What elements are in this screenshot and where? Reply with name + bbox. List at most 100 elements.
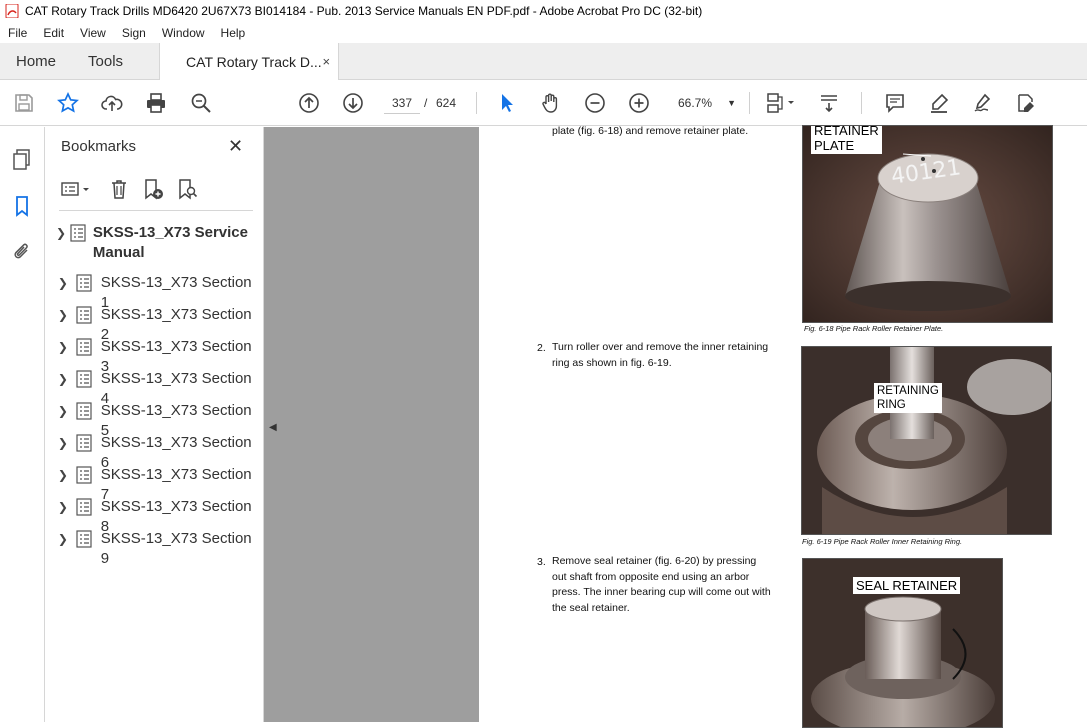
bookmark-item[interactable]: ❯ SKSS-13_X73 Section 9 bbox=[53, 529, 263, 567]
page-display-icon[interactable] bbox=[764, 91, 798, 115]
step-text-line: Turn roller over and remove the inner re… bbox=[552, 341, 769, 353]
zoom-search-icon[interactable] bbox=[189, 91, 213, 115]
zoom-out-icon[interactable] bbox=[583, 91, 607, 115]
hand-tool-icon[interactable] bbox=[539, 91, 563, 115]
chevron-right-icon[interactable]: ❯ bbox=[53, 337, 73, 354]
find-bookmark-icon[interactable] bbox=[175, 177, 199, 201]
options-menu-icon[interactable] bbox=[59, 177, 93, 201]
scroll-mode-icon[interactable] bbox=[817, 91, 841, 115]
chevron-down-icon: ▼ bbox=[727, 98, 736, 108]
save-icon[interactable] bbox=[12, 91, 36, 115]
next-page-icon[interactable] bbox=[341, 91, 365, 115]
attachment-paperclip-icon[interactable] bbox=[10, 240, 34, 264]
figure-label-line: RETAINER bbox=[814, 125, 879, 138]
chevron-right-icon[interactable]: ❯ bbox=[53, 433, 73, 450]
chevron-right-icon[interactable]: ❯ bbox=[53, 369, 73, 386]
menu-bar: File Edit View Sign Window Help bbox=[0, 22, 1087, 43]
figure-label-line: PLATE bbox=[814, 138, 855, 153]
step-number: 2. bbox=[537, 342, 546, 354]
menu-sign[interactable]: Sign bbox=[114, 26, 154, 40]
chevron-right-icon[interactable]: ❯ bbox=[53, 529, 73, 546]
toolbar-divider bbox=[861, 92, 862, 114]
figure-caption: Fig. 6-18 Pipe Rack Roller Retainer Plat… bbox=[804, 324, 944, 333]
tab-document-label: CAT Rotary Track D... bbox=[186, 54, 322, 70]
bookmark-item[interactable]: ❯ SKSS-13_X73 Section 1 bbox=[53, 273, 263, 311]
step-text-line: ring as shown in fig. 6-19. bbox=[552, 356, 672, 369]
menu-view[interactable]: View bbox=[72, 26, 114, 40]
toolbar-divider bbox=[749, 92, 750, 114]
toolbar-divider bbox=[476, 92, 477, 114]
step-text-line: the seal retainer. bbox=[552, 601, 630, 614]
document-viewport[interactable]: ◀ plate (fig. 6-18) and remove retainer … bbox=[264, 125, 1087, 728]
acrobat-app-icon bbox=[5, 4, 19, 18]
bookmark-tree-icon bbox=[73, 433, 95, 453]
bookmark-item[interactable]: ❯ SKSS-13_X73 Section 3 bbox=[53, 337, 263, 375]
chevron-right-icon[interactable]: ❯ bbox=[53, 401, 73, 418]
page-separator: / bbox=[424, 96, 428, 110]
bookmark-label: SKSS-13_X73 Service Manual bbox=[92, 224, 248, 261]
figure-label: RETAINING RING bbox=[874, 383, 942, 413]
highlight-pen-icon[interactable] bbox=[927, 91, 951, 115]
step-text-line: Remove seal retainer (fig. 6-20) by pres… bbox=[552, 555, 757, 567]
menu-edit[interactable]: Edit bbox=[35, 26, 72, 40]
step2-text: Turn roller over and remove the inner re… bbox=[552, 340, 768, 371]
bookmark-tree-icon bbox=[73, 401, 95, 421]
figure-caption: Fig. 6-19 Pipe Rack Roller Inner Retaini… bbox=[802, 537, 963, 546]
chevron-right-icon[interactable]: ❯ bbox=[53, 305, 73, 322]
chevron-right-icon[interactable]: ❯ bbox=[53, 497, 73, 514]
bookmark-icon[interactable] bbox=[10, 194, 34, 218]
draw-sign-icon[interactable] bbox=[971, 91, 995, 115]
chevron-right-icon[interactable]: ❯ bbox=[53, 273, 73, 290]
bookmark-label: SKSS-13_X73 Section 9 bbox=[100, 530, 252, 567]
prev-page-icon[interactable] bbox=[297, 91, 321, 115]
figure-6-20-photo: SEAL RETAINER bbox=[802, 558, 1003, 728]
close-icon[interactable]: ✕ bbox=[228, 136, 243, 157]
page-thumbnails-icon[interactable] bbox=[10, 147, 34, 171]
bookmark-list: ❯ SKSS-13_X73 Service Manual ❯ SKSS-13_X… bbox=[53, 223, 263, 567]
zoom-in-icon[interactable] bbox=[627, 91, 651, 115]
chevron-right-icon[interactable]: ❯ bbox=[53, 465, 73, 482]
tab-document[interactable]: CAT Rotary Track D... × bbox=[159, 43, 340, 81]
page-number-input[interactable]: 337 bbox=[384, 92, 420, 114]
bookmark-tree-icon bbox=[73, 497, 95, 517]
bookmark-tree-icon bbox=[69, 223, 87, 243]
menu-file[interactable]: File bbox=[0, 26, 35, 40]
edit-pdf-icon[interactable] bbox=[1014, 91, 1038, 115]
delete-trash-icon[interactable] bbox=[107, 177, 131, 201]
toolbar: 337 / 624 66.7% ▼ bbox=[0, 80, 1087, 126]
select-cursor-icon[interactable] bbox=[495, 91, 519, 115]
step1-text: plate (fig. 6-18) and remove retainer pl… bbox=[552, 125, 749, 137]
title-bar: CAT Rotary Track Drills MD6420 2U67X73 B… bbox=[0, 0, 1087, 22]
figure-label: RETAINER PLATE bbox=[811, 125, 882, 154]
menu-window[interactable]: Window bbox=[154, 26, 213, 40]
figure-label-line: RETAINING bbox=[877, 385, 939, 397]
bookmark-item[interactable]: ❯ SKSS-13_X73 Section 5 bbox=[53, 401, 263, 439]
tab-tools[interactable]: Tools bbox=[72, 43, 139, 79]
bookmark-tree-icon bbox=[73, 337, 95, 357]
upload-cloud-icon[interactable] bbox=[100, 91, 124, 115]
bookmark-item[interactable]: ❯ SKSS-13_X73 Section 7 bbox=[53, 465, 263, 503]
comment-icon[interactable] bbox=[883, 91, 907, 115]
chevron-right-icon[interactable]: ❯ bbox=[53, 223, 69, 240]
zoom-select[interactable]: 66.7% ▼ bbox=[670, 92, 740, 114]
star-icon[interactable] bbox=[56, 91, 80, 115]
figure-6-18-photo: RETAINER PLATE 40121 bbox=[802, 125, 1053, 323]
bookmark-tree-icon bbox=[73, 465, 95, 485]
bookmark-item[interactable]: ❯ SKSS-13_X73 Section 2 bbox=[53, 305, 263, 343]
bookmark-item[interactable]: ❯ SKSS-13_X73 Section 4 bbox=[53, 369, 263, 407]
menu-help[interactable]: Help bbox=[213, 26, 254, 40]
page-count: 624 bbox=[436, 96, 457, 110]
close-tab-icon[interactable]: × bbox=[322, 54, 330, 69]
bookmark-tree-icon bbox=[73, 369, 95, 389]
zoom-value: 66.7% bbox=[678, 96, 713, 110]
bookmark-item[interactable]: ❯ SKSS-13_X73 Service Manual bbox=[53, 223, 263, 273]
bookmark-item[interactable]: ❯ SKSS-13_X73 Section 8 bbox=[53, 497, 263, 535]
collapse-panel-icon[interactable]: ◀ bbox=[269, 422, 277, 433]
new-bookmark-icon[interactable] bbox=[141, 177, 165, 201]
bookmarks-toolbar bbox=[59, 177, 253, 211]
print-icon[interactable] bbox=[144, 91, 168, 115]
pdf-page: plate (fig. 6-18) and remove retainer pl… bbox=[479, 125, 1087, 728]
tab-home[interactable]: Home bbox=[0, 43, 72, 79]
window-title: CAT Rotary Track Drills MD6420 2U67X73 B… bbox=[25, 4, 703, 18]
bookmark-item[interactable]: ❯ SKSS-13_X73 Section 6 bbox=[53, 433, 263, 471]
